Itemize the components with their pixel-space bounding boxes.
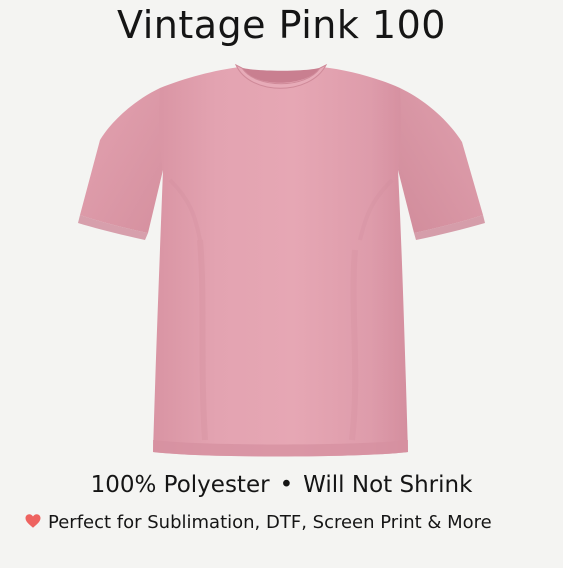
shrink-label: Will Not Shrink bbox=[303, 472, 473, 498]
separator-dot: • bbox=[279, 472, 294, 498]
material-label: 100% Polyester bbox=[90, 472, 270, 498]
left-sleeve bbox=[80, 88, 163, 233]
heart-icon bbox=[25, 514, 41, 528]
tagline: Perfect for Sublimation, DTF, Screen Pri… bbox=[24, 509, 554, 537]
right-sleeve bbox=[398, 88, 483, 233]
features-line: 100% Polyester • Will Not Shrink bbox=[0, 468, 563, 502]
tagline-text: Perfect for Sublimation, DTF, Screen Pri… bbox=[48, 512, 492, 533]
shirt-body bbox=[153, 67, 408, 457]
